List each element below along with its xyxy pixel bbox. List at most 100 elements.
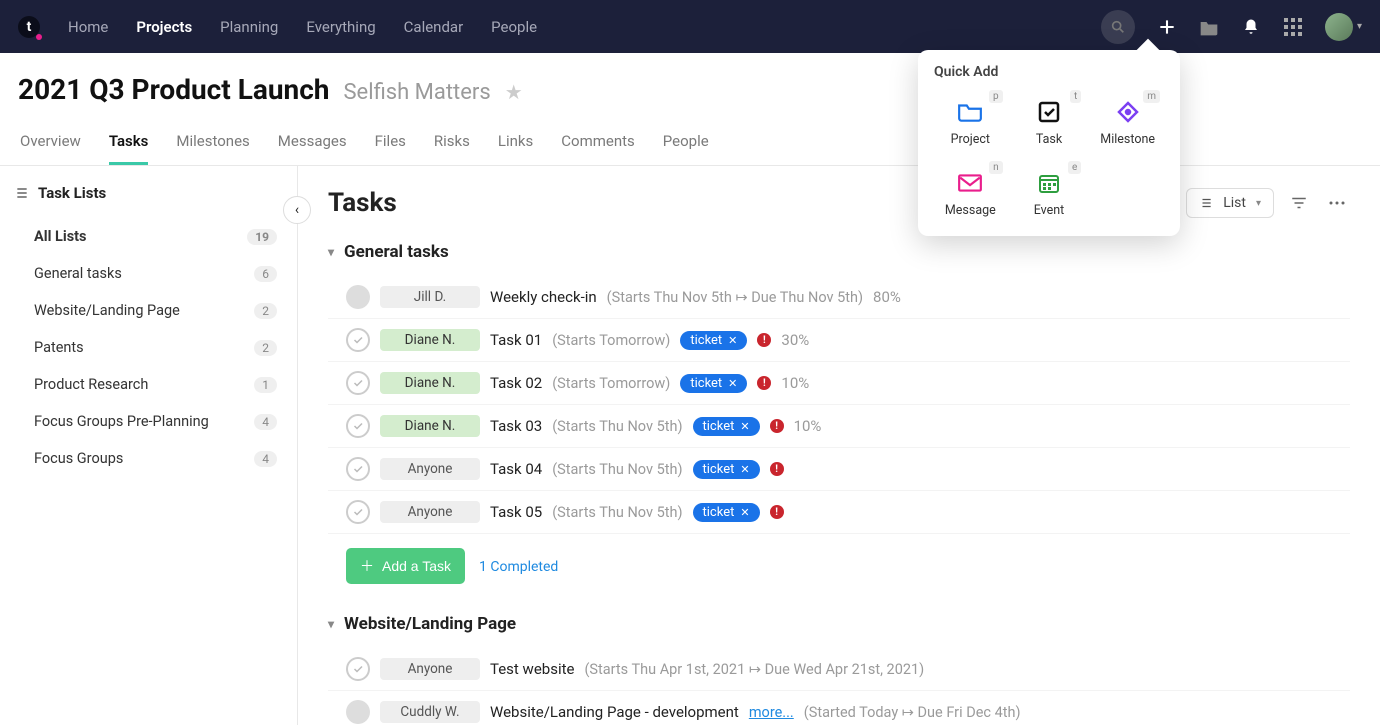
complete-checkbox[interactable] xyxy=(346,500,370,524)
page-title: 2021 Q3 Product Launch xyxy=(18,73,329,106)
assignee-chip[interactable]: Cuddly W. xyxy=(380,701,480,723)
nav-projects[interactable]: Projects xyxy=(136,18,192,36)
tab-milestones[interactable]: Milestones xyxy=(176,132,249,165)
task-row[interactable]: Cuddly W.Website/Landing Page - developm… xyxy=(328,691,1350,725)
user-menu[interactable]: ▾ xyxy=(1325,13,1362,41)
tag-chip[interactable]: ticket ✕ xyxy=(693,460,760,479)
add-task-button[interactable]: ＋ Add a Task xyxy=(346,548,465,584)
remove-tag-icon[interactable]: ✕ xyxy=(740,420,749,433)
quick-add-event[interactable]: eEvent xyxy=(1013,161,1086,226)
nav-calendar[interactable]: Calendar xyxy=(404,18,464,36)
task-row[interactable]: AnyoneTask 04(Starts Thu Nov 5th)ticket … xyxy=(328,448,1350,491)
task-group: ▾Website/Landing Page Anyone Test website (… xyxy=(328,614,1350,725)
complete-checkbox[interactable] xyxy=(346,414,370,438)
task-list-item[interactable]: General tasks6 xyxy=(14,257,283,290)
quick-add-grid: pProjecttTaskmMilestone nMessageeEvent xyxy=(934,90,1164,226)
star-icon[interactable]: ★ xyxy=(505,80,523,104)
list-icon xyxy=(14,185,30,201)
add-button[interactable] xyxy=(1157,17,1177,37)
tab-tasks[interactable]: Tasks xyxy=(109,132,149,165)
assignee-chip[interactable]: Anyone xyxy=(380,501,480,523)
quick-add-project[interactable]: pProject xyxy=(934,90,1007,155)
complete-checkbox[interactable] xyxy=(346,457,370,481)
task-list-item[interactable]: Patents2 xyxy=(14,331,283,364)
quick-add-task[interactable]: tTask xyxy=(1013,90,1086,155)
remove-tag-icon[interactable]: ✕ xyxy=(728,334,737,347)
task-list-item[interactable]: Website/Landing Page2 xyxy=(14,294,283,327)
alert-icon: ! xyxy=(770,505,784,519)
task-row[interactable]: AnyoneTask 05(Starts Thu Nov 5th)ticket … xyxy=(328,491,1350,534)
task-name: Task 01 xyxy=(490,331,542,349)
tag-chip[interactable]: ticket ✕ xyxy=(693,417,760,436)
tag-chip[interactable]: ticket ✕ xyxy=(680,374,747,393)
progress-percent: 10% xyxy=(781,374,809,392)
avatar-placeholder xyxy=(346,285,370,309)
assignee-chip[interactable]: Diane N. xyxy=(380,372,480,394)
view-selector[interactable]: List ▾ xyxy=(1186,188,1274,218)
collapse-sidebar-button[interactable]: ‹ xyxy=(283,196,311,224)
folder-icon xyxy=(956,98,984,126)
task-name: Task 02 xyxy=(490,374,542,392)
tab-risks[interactable]: Risks xyxy=(434,132,470,165)
task-list-item[interactable]: Product Research1 xyxy=(14,368,283,401)
avatar-placeholder xyxy=(346,700,370,724)
task-list-item[interactable]: All Lists19 xyxy=(14,220,283,253)
search-icon xyxy=(1110,19,1126,35)
search-button[interactable] xyxy=(1101,10,1135,44)
nav-people[interactable]: People xyxy=(491,18,537,36)
count-badge: 6 xyxy=(254,266,277,282)
tab-comments[interactable]: Comments xyxy=(561,132,635,165)
task-list-item[interactable]: Focus Groups4 xyxy=(14,442,283,475)
quick-add-message[interactable]: nMessage xyxy=(934,161,1007,226)
tab-overview[interactable]: Overview xyxy=(20,132,81,165)
quick-add-title: Quick Add xyxy=(934,64,1164,80)
task-list-item[interactable]: Focus Groups Pre-Planning4 xyxy=(14,405,283,438)
shortcut-key: n xyxy=(989,161,1003,174)
envelope-icon xyxy=(956,169,984,197)
tab-people[interactable]: People xyxy=(663,132,709,165)
user-avatar xyxy=(1325,13,1353,41)
tag-chip[interactable]: ticket ✕ xyxy=(680,331,747,350)
tab-messages[interactable]: Messages xyxy=(278,132,347,165)
main-content: Tasks List ▾ ▾General tasksJill D.Weekly… xyxy=(298,166,1380,725)
tab-files[interactable]: Files xyxy=(375,132,406,165)
completed-link[interactable]: 1 Completed xyxy=(479,559,558,575)
nav-planning[interactable]: Planning xyxy=(220,18,278,36)
shortcut-key: p xyxy=(989,90,1003,103)
task-row[interactable]: Diane N.Task 03(Starts Thu Nov 5th)ticke… xyxy=(328,405,1350,448)
assignee-chip[interactable]: Anyone xyxy=(380,458,480,480)
notifications-button[interactable] xyxy=(1241,17,1261,37)
count-badge: 1 xyxy=(254,377,277,393)
task-row[interactable]: Diane N.Task 02(Starts Tomorrow)ticket ✕… xyxy=(328,362,1350,405)
remove-tag-icon[interactable]: ✕ xyxy=(740,506,749,519)
task-row[interactable]: Jill D.Weekly check-in(Starts Thu Nov 5t… xyxy=(328,276,1350,319)
diamond-icon xyxy=(1114,98,1142,126)
complete-checkbox[interactable] xyxy=(346,328,370,352)
nav-everything[interactable]: Everything xyxy=(306,18,375,36)
group-header[interactable]: ▾Website/Landing Page xyxy=(328,614,1350,634)
task-name: Test website xyxy=(490,660,574,678)
task-row[interactable]: Anyone Test website (Starts Thu Apr 1st, 2… xyxy=(328,648,1350,691)
task-row[interactable]: Diane N.Task 01(Starts Tomorrow)ticket ✕… xyxy=(328,319,1350,362)
assignee-chip[interactable]: Diane N. xyxy=(380,415,480,437)
more-button[interactable] xyxy=(1324,196,1350,210)
tag-chip[interactable]: ticket ✕ xyxy=(693,503,760,522)
files-button[interactable] xyxy=(1199,17,1219,37)
count-badge: 19 xyxy=(247,229,277,245)
group-header[interactable]: ▾General tasks xyxy=(328,242,1350,262)
quick-add-milestone[interactable]: mMilestone xyxy=(1091,90,1164,155)
task-date: (Starts Thu Apr 1st, 2021 ↦ Due Wed Apr … xyxy=(584,661,924,678)
remove-tag-icon[interactable]: ✕ xyxy=(728,377,737,390)
nav-home[interactable]: Home xyxy=(68,18,108,36)
apps-button[interactable] xyxy=(1283,17,1303,37)
assignee-chip[interactable]: Jill D. xyxy=(380,286,480,308)
assignee-chip[interactable]: Anyone xyxy=(380,658,480,680)
remove-tag-icon[interactable]: ✕ xyxy=(740,463,749,476)
app-logo[interactable]: t xyxy=(18,16,40,38)
assignee-chip[interactable]: Diane N. xyxy=(380,329,480,351)
tab-links[interactable]: Links xyxy=(498,132,533,165)
more-link[interactable]: more... xyxy=(749,704,794,721)
complete-checkbox[interactable] xyxy=(346,657,370,681)
filter-button[interactable] xyxy=(1286,191,1312,215)
complete-checkbox[interactable] xyxy=(346,371,370,395)
